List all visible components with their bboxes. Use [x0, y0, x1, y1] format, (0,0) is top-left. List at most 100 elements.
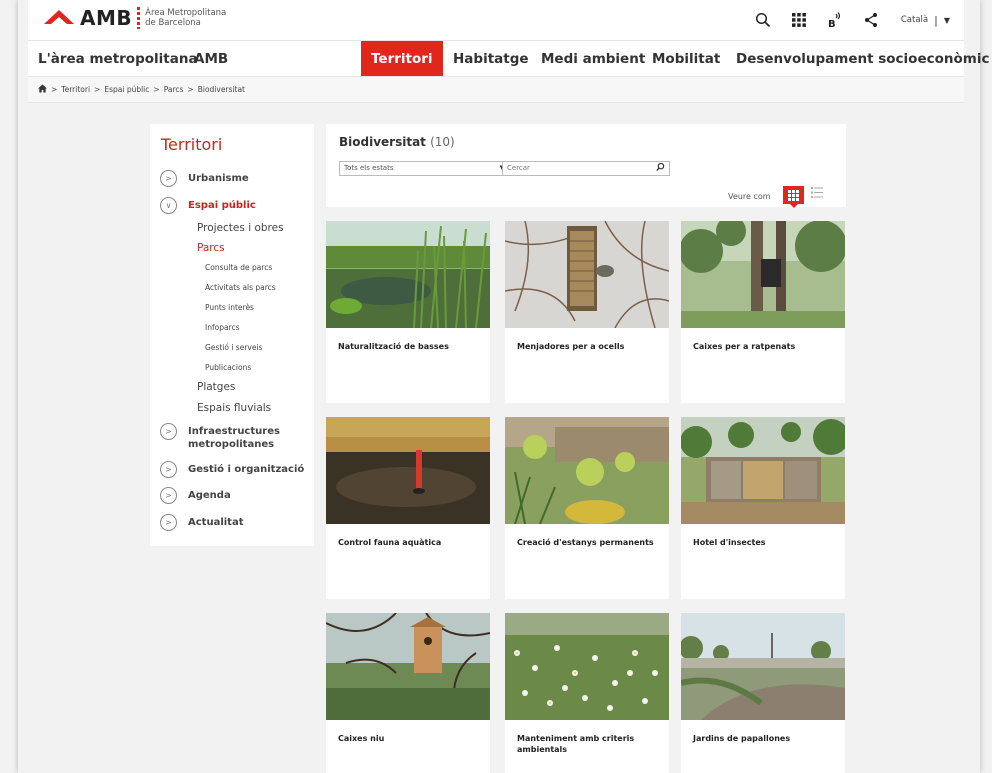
nav-item-desenvolupament[interactable]: Desenvolupament socioeconòmic [726, 41, 992, 77]
sidebar-item-platges[interactable]: Platges [197, 381, 235, 393]
breadcrumb-separator: > [187, 85, 194, 94]
sidebar-item-consulta-parcs[interactable]: Consulta de parcs [205, 263, 272, 272]
sidebar-item-label: Actualitat [188, 517, 244, 528]
chevron-right-icon[interactable]: > [160, 487, 177, 504]
sidebar-title: Territori [161, 135, 223, 154]
card-control-fauna[interactable]: Control fauna aquàtica [326, 417, 490, 599]
card-title: Control fauna aquàtica [338, 538, 442, 547]
sidebar-item-label: Agenda [188, 490, 231, 501]
chevron-right-icon[interactable]: > [160, 423, 177, 440]
amb-logo[interactable]: AMB Àrea Metropolitana de Barcelona [42, 6, 226, 30]
card-title: Caixes per a ratpenats [693, 342, 796, 351]
sidebar-item-urbanisme[interactable]: > Urbanisme [160, 170, 249, 187]
card-title: Hotel d'insectes [693, 538, 766, 547]
card-image-ponds [505, 417, 669, 524]
card-image-nest-box [326, 613, 490, 720]
card-image-butterfly-garden [681, 613, 845, 720]
main-nav: L'àrea metropolitana AMB Territori Habit… [28, 40, 989, 77]
card-title: Manteniment amb criteris ambientals [517, 734, 635, 754]
sidebar-item-espai-public[interactable]: ∨ Espai públic [160, 197, 256, 214]
logo-sub-line1: Àrea Metropolitana [145, 8, 227, 18]
chevron-right-icon[interactable]: > [160, 514, 177, 531]
top-icons: B Català | ▼ [745, 10, 950, 30]
sidebar-item-publicacions[interactable]: Publicacions [205, 363, 251, 372]
sidebar-item-label: Espai públic [188, 200, 256, 211]
card-jardins-papallones[interactable]: Jardins de papallones [681, 613, 845, 773]
breadcrumb: > Territori > Espai públic > Parcs > Bio… [38, 84, 245, 95]
card-estanys-permanents[interactable]: Creació d'estanys permanents [505, 417, 669, 599]
sidebar-item-parcs[interactable]: Parcs [197, 242, 225, 254]
card-image-pond [326, 221, 490, 328]
content-header: Biodiversitat (10) Tots els estats ▼ Cer… [326, 124, 846, 208]
sidebar-item-infraestructures[interactable]: > Infraestructures metropolitanes [160, 423, 298, 451]
nav-item-territori[interactable]: Territori [361, 41, 443, 77]
chevron-right-icon[interactable]: > [160, 170, 177, 187]
card-hotel-insectes[interactable]: Hotel d'insectes [681, 417, 845, 599]
search-icon[interactable] [745, 10, 781, 30]
chevron-down-icon[interactable]: ▼ [944, 16, 950, 25]
card-title: Jardins de papallones [693, 734, 791, 743]
nav-item-habitatge[interactable]: Habitatge [443, 41, 539, 77]
sidebar-item-label: Urbanisme [188, 173, 249, 184]
breadcrumb-bar: > Territori > Espai públic > Parcs > Bio… [28, 76, 964, 103]
card-title: Naturalització de basses [338, 342, 449, 351]
sidebar-item-gestio-organitzacio[interactable]: > Gestió i organització [160, 461, 304, 478]
breadcrumb-separator: > [153, 85, 160, 94]
sidebar-item-activitats-parcs[interactable]: Activitats als parcs [205, 283, 276, 292]
page-title-text: Biodiversitat [339, 135, 426, 149]
chevron-right-icon[interactable]: > [160, 461, 177, 478]
breadcrumb-item-current: Biodiversitat [197, 85, 245, 94]
list-view-icon[interactable] [811, 187, 823, 201]
logo-subtitle: Àrea Metropolitana de Barcelona [145, 8, 226, 28]
breadcrumb-item[interactable]: Territori [61, 85, 90, 94]
breadcrumb-separator: > [51, 85, 58, 94]
card-caixes-ratpenats[interactable]: Caixes per a ratpenats [681, 221, 845, 403]
search-icon[interactable] [656, 162, 665, 175]
language-divider: | [934, 13, 938, 27]
breadcrumb-item[interactable]: Espai públic [104, 85, 149, 94]
card-image-lake-fauna [326, 417, 490, 524]
home-icon[interactable] [38, 84, 47, 95]
svg-text:B: B [828, 19, 836, 28]
logo-sub-line2: de Barcelona [145, 18, 201, 28]
sidebar-item-actualitat[interactable]: > Actualitat [160, 514, 243, 531]
sidebar: Territori > Urbanisme ∨ Espai públic Pro… [150, 124, 314, 546]
nav-item-medi-ambient[interactable]: Medi ambient [531, 41, 655, 77]
amb-logo-mark-icon [42, 7, 76, 29]
card-title: Menjadores per a ocells [517, 342, 625, 351]
status-select[interactable]: Tots els estats ▼ [339, 161, 511, 176]
card-manteniment-criteris[interactable]: Manteniment amb criteris ambientals [505, 613, 669, 773]
nav-item-area-metropolitana[interactable]: L'àrea metropolitana [28, 41, 208, 77]
search-input[interactable]: Cercar [502, 161, 670, 176]
card-title: Caixes niu [338, 734, 385, 743]
grid-view-icon[interactable] [783, 186, 804, 208]
card-title: Creació d'estanys permanents [517, 538, 654, 547]
share-icon[interactable] [853, 10, 889, 30]
page-title: Biodiversitat (10) [339, 135, 455, 149]
language-selector[interactable]: Català [901, 15, 928, 25]
sidebar-item-projectes-obres[interactable]: Projectes i obres [197, 222, 284, 234]
chevron-down-icon[interactable]: ∨ [160, 197, 177, 214]
card-menjadores-ocells[interactable]: Menjadores per a ocells [505, 221, 669, 403]
sidebar-item-gestio-serveis[interactable]: Gestió i serveis [205, 343, 262, 352]
breadcrumb-item[interactable]: Parcs [164, 85, 184, 94]
sidebar-item-label: Gestió i organització [188, 464, 305, 475]
apps-grid-icon[interactable] [781, 10, 817, 30]
card-image-wildflowers [505, 613, 669, 720]
sidebar-item-punts-interes[interactable]: Punts interès [205, 303, 254, 312]
search-placeholder: Cercar [507, 164, 530, 172]
breadcrumb-separator: > [94, 85, 101, 94]
card-naturalitzacio-basses[interactable]: Naturalització de basses [326, 221, 490, 403]
card-image-bird-feeder [505, 221, 669, 328]
sidebar-item-infoparcs[interactable]: Infoparcs [205, 323, 240, 332]
card-caixes-niu[interactable]: Caixes niu [326, 613, 490, 773]
nav-item-mobilitat[interactable]: Mobilitat [642, 41, 730, 77]
nav-item-amb[interactable]: AMB [184, 41, 238, 77]
sidebar-item-espais-fluvials[interactable]: Espais fluvials [197, 402, 271, 414]
view-as-label: Veure com [728, 192, 771, 201]
top-bar: AMB Àrea Metropolitana de Barcelona B Ca… [28, 0, 964, 40]
sidebar-item-label: Infraestructures metropolitanes [188, 426, 280, 450]
sidebar-item-agenda[interactable]: > Agenda [160, 487, 231, 504]
logo-separator [137, 7, 141, 29]
accessibility-icon[interactable]: B [817, 10, 853, 30]
